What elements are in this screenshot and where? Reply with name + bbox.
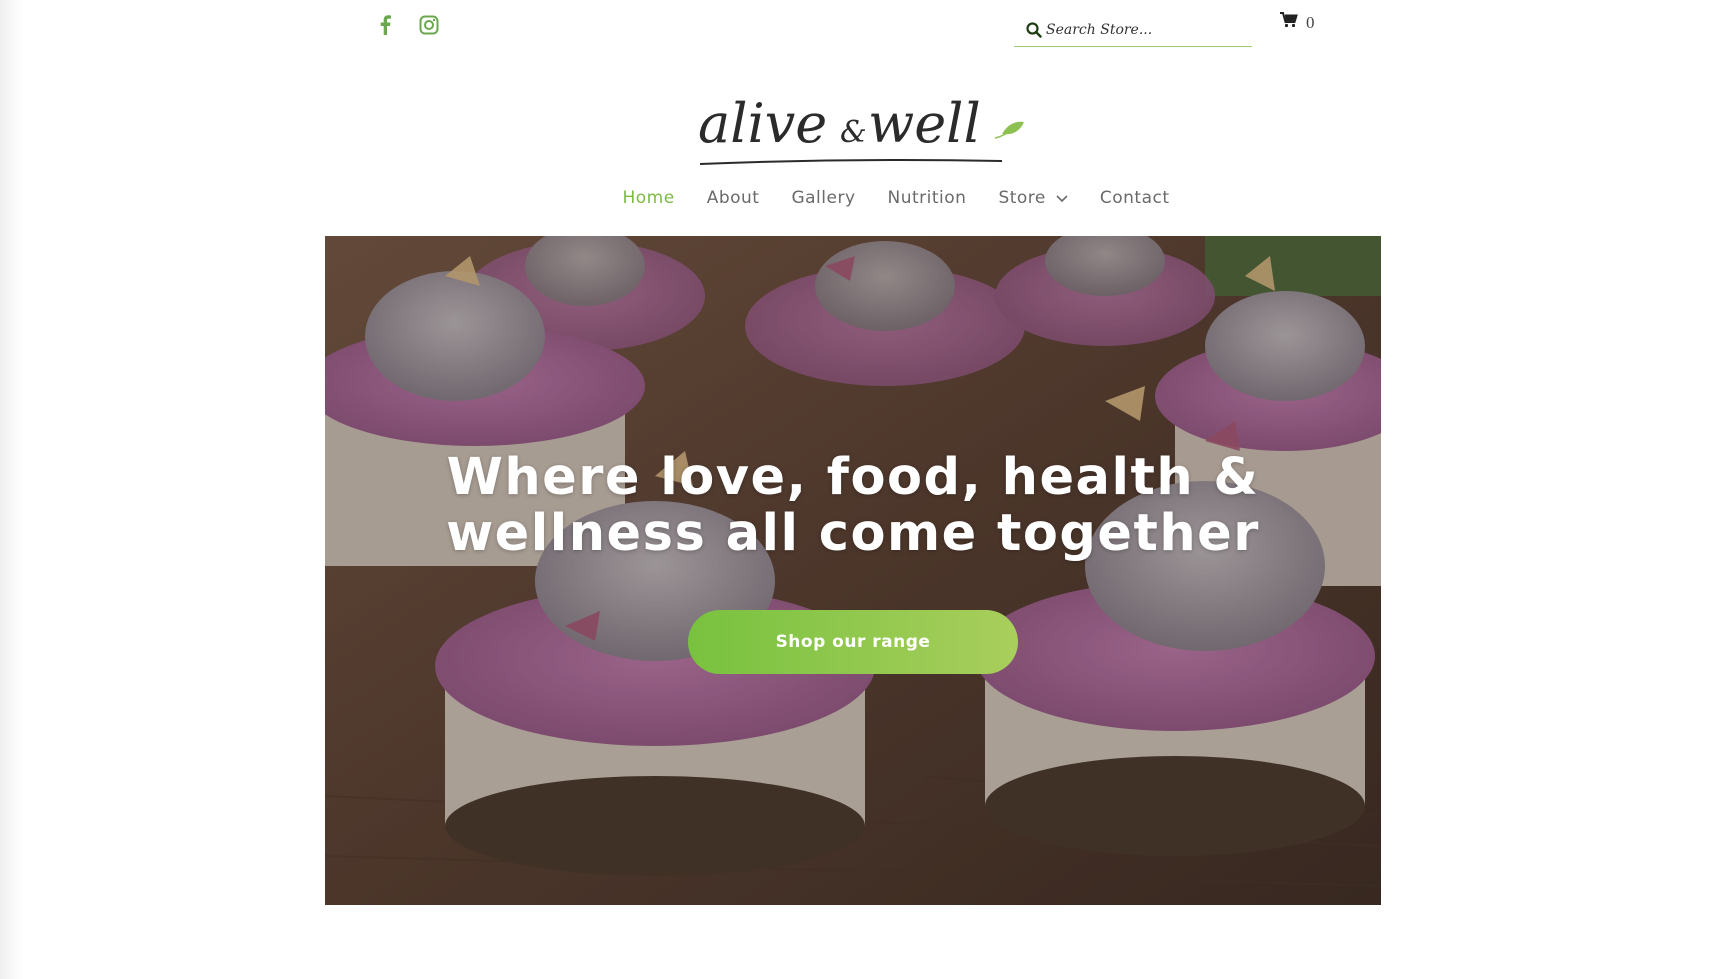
shop-our-range-button[interactable]: Shop our range	[688, 610, 1018, 674]
cart-icon	[1280, 12, 1298, 33]
social-links	[374, 14, 440, 36]
nav-contact[interactable]: Contact	[1100, 188, 1170, 208]
hero-title: Where love, food, health & wellness all …	[446, 448, 1260, 563]
cart-count: 0	[1306, 12, 1315, 32]
hero-banner: Where love, food, health & wellness all …	[325, 236, 1381, 905]
nav-nutrition[interactable]: Nutrition	[888, 188, 967, 208]
cart-button[interactable]: 0	[1280, 12, 1315, 33]
logo-text-well: well	[868, 92, 981, 155]
nav-home[interactable]: Home	[622, 188, 674, 208]
logo-text-alive: alive	[698, 92, 827, 155]
nav-gallery[interactable]: Gallery	[791, 188, 855, 208]
main-nav: Home About Gallery Nutrition Store Conta…	[0, 188, 1712, 208]
page: 0 alive & well Home About Gallery Nutrit…	[0, 0, 1712, 979]
search-icon[interactable]	[1026, 21, 1044, 39]
nav-store[interactable]: Store	[998, 188, 1068, 208]
instagram-icon[interactable]	[418, 14, 440, 36]
left-edge-shadow	[0, 0, 22, 979]
logo-ampersand: &	[840, 115, 867, 150]
search-input[interactable]	[1046, 22, 1246, 38]
facebook-icon[interactable]	[374, 14, 396, 36]
nav-about[interactable]: About	[707, 188, 760, 208]
chevron-down-icon	[1056, 188, 1068, 208]
search-bar	[1014, 14, 1252, 47]
site-logo[interactable]: alive & well	[690, 72, 1030, 172]
hero-overlay	[325, 236, 1381, 905]
